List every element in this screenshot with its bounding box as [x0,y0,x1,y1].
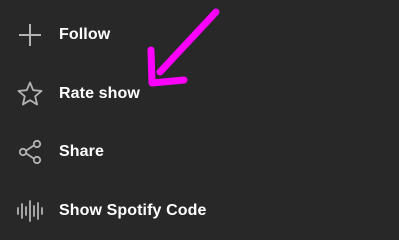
show-context-menu: Follow Rate show Share Show Spotify Code [0,0,399,240]
menu-item-label: Rate show [59,85,140,102]
spotify-code-icon [16,197,44,225]
menu-item-show-spotify-code[interactable]: Show Spotify Code [0,182,399,240]
star-icon [16,80,44,108]
plus-icon [16,21,44,49]
share-icon [16,138,44,166]
menu-item-share[interactable]: Share [0,123,399,181]
menu-item-label: Show Spotify Code [59,202,207,219]
menu-item-label: Follow [59,26,111,43]
menu-item-rate-show[interactable]: Rate show [0,65,399,123]
menu-item-follow[interactable]: Follow [0,6,399,64]
menu-item-label: Share [59,143,104,160]
